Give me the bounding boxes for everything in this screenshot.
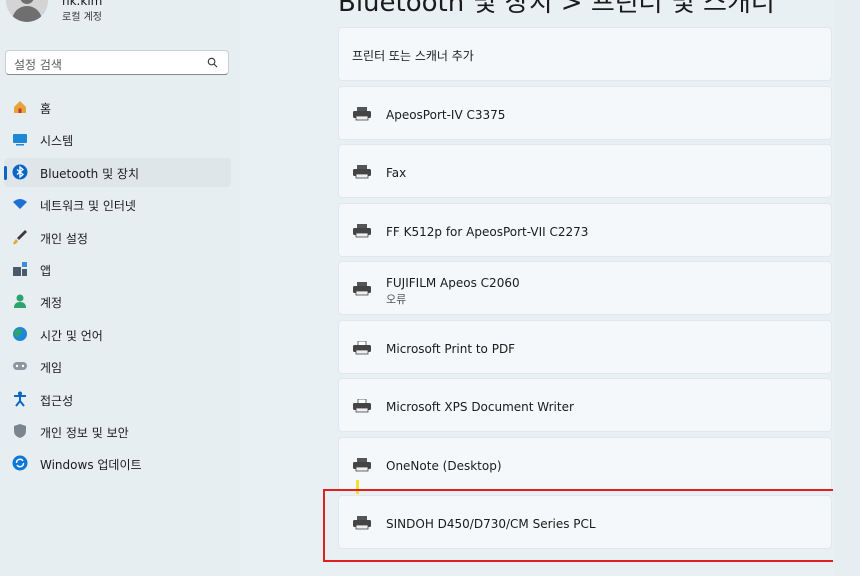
- sidebar: hk.kim 로컬 계정 설정 검색 홈 시스템 Bluetooth 및 장치 …: [0, 0, 240, 576]
- printer-icon: [353, 457, 371, 471]
- nav-list: 홈 시스템 Bluetooth 및 장치 네트워크 및 인터넷 개인 설정 앱 …: [4, 93, 231, 482]
- nav-item-privacy[interactable]: 개인 정보 및 보안: [4, 417, 231, 446]
- shield-icon: [14, 423, 26, 438]
- nav-label: 개인 설정: [40, 231, 88, 246]
- nav-label: Bluetooth 및 장치: [40, 166, 140, 181]
- printer-item[interactable]: Microsoft Print to PDF: [338, 319, 832, 374]
- printer-name: Fax: [386, 166, 407, 180]
- nav-item-time-language[interactable]: 시간 및 언어: [4, 320, 231, 349]
- printer-item[interactable]: Fax: [338, 144, 832, 198]
- wifi-icon: [13, 199, 27, 210]
- nav-label: 시스템: [40, 134, 74, 149]
- pdf-printer-icon: [353, 340, 371, 354]
- nav-item-gaming[interactable]: 게임: [4, 352, 231, 381]
- nav-item-apps[interactable]: 앱: [4, 255, 231, 284]
- printer-icon: [353, 223, 371, 237]
- printer-name: ApeosPort-IV C3375: [386, 107, 506, 122]
- nav-item-system[interactable]: 시스템: [4, 125, 231, 154]
- highlight-box: [323, 489, 859, 562]
- add-printer-label: 프린터 또는 스캐너 추가: [352, 49, 474, 63]
- printer-item[interactable]: ApeosPort-IV C3375: [338, 85, 832, 140]
- update-icon: [12, 455, 28, 471]
- gamepad-icon: [13, 362, 27, 371]
- printer-status: 오류: [386, 293, 407, 306]
- nav-label: 계정: [40, 296, 63, 311]
- nav-item-accessibility[interactable]: 접근성: [4, 385, 231, 414]
- nav-item-personalization[interactable]: 개인 설정: [4, 223, 231, 252]
- nav-item-windows-update[interactable]: Windows 업데이트: [4, 449, 231, 478]
- accessibility-icon: [14, 391, 26, 407]
- printer-icon: [353, 165, 371, 179]
- brush-icon: [13, 229, 27, 244]
- nav-label: 네트워크 및 인터넷: [40, 199, 136, 214]
- nav-label: 게임: [40, 361, 63, 376]
- account-icon: [14, 294, 26, 309]
- bluetooth-icon: [12, 164, 28, 180]
- home-icon: [14, 101, 26, 113]
- nav-label: Windows 업데이트: [40, 458, 142, 473]
- printer-name: OneNote (Desktop): [386, 458, 502, 473]
- printer-list: 프린터 또는 스캐너 추가 ApeosPort-IV C3375 Fax FF …: [338, 27, 832, 554]
- nav-label: 홈: [40, 102, 52, 116]
- nav-label: 시간 및 언어: [40, 328, 103, 343]
- printer-item[interactable]: Microsoft XPS Document Writer: [338, 378, 832, 432]
- nav-label: 접근성: [40, 393, 74, 408]
- user-name: hk.kim: [62, 0, 103, 8]
- printer-name: Microsoft XPS Document Writer: [386, 400, 574, 414]
- printer-icon: [353, 106, 371, 120]
- printer-item[interactable]: FF K512p for ApeosPort-VII C2273: [338, 202, 832, 257]
- search-input[interactable]: 설정 검색: [14, 56, 62, 73]
- nav-label: 앱: [40, 263, 52, 278]
- nav-label: 개인 정보 및 보안: [40, 425, 129, 440]
- scrollbar[interactable]: [833, 0, 860, 576]
- printer-name: FF K512p for ApeosPort-VII C2273: [386, 224, 589, 239]
- printer-item[interactable]: FUJIFILM Apeos C2060 오류: [338, 261, 832, 315]
- printer-item[interactable]: OneNote (Desktop): [338, 436, 832, 491]
- printer-name: FUJIFILM Apeos C2060: [386, 276, 520, 290]
- user-account-type: 로컬 계정: [62, 12, 102, 23]
- search-icon: [207, 57, 218, 68]
- printer-name: Microsoft Print to PDF: [386, 341, 516, 356]
- globe-icon: [13, 326, 27, 341]
- apps-icon: [13, 261, 27, 276]
- xps-printer-icon: [353, 399, 371, 413]
- nav-item-network[interactable]: 네트워크 및 인터넷: [4, 190, 231, 219]
- add-printer-button[interactable]: 프린터 또는 스캐너 추가: [338, 27, 832, 81]
- page-title: Bluetooth 및 장치 > 프린터 및 스캐너: [338, 0, 775, 18]
- nav-item-home[interactable]: 홈: [4, 93, 231, 122]
- active-indicator: [4, 165, 7, 180]
- nav-item-accounts[interactable]: 계정: [4, 287, 231, 316]
- search-box[interactable]: 설정 검색: [5, 50, 229, 75]
- avatar[interactable]: [6, 0, 48, 22]
- system-icon: [13, 134, 27, 146]
- nav-item-bluetooth[interactable]: Bluetooth 및 장치: [4, 157, 231, 187]
- printer-icon: [353, 282, 371, 296]
